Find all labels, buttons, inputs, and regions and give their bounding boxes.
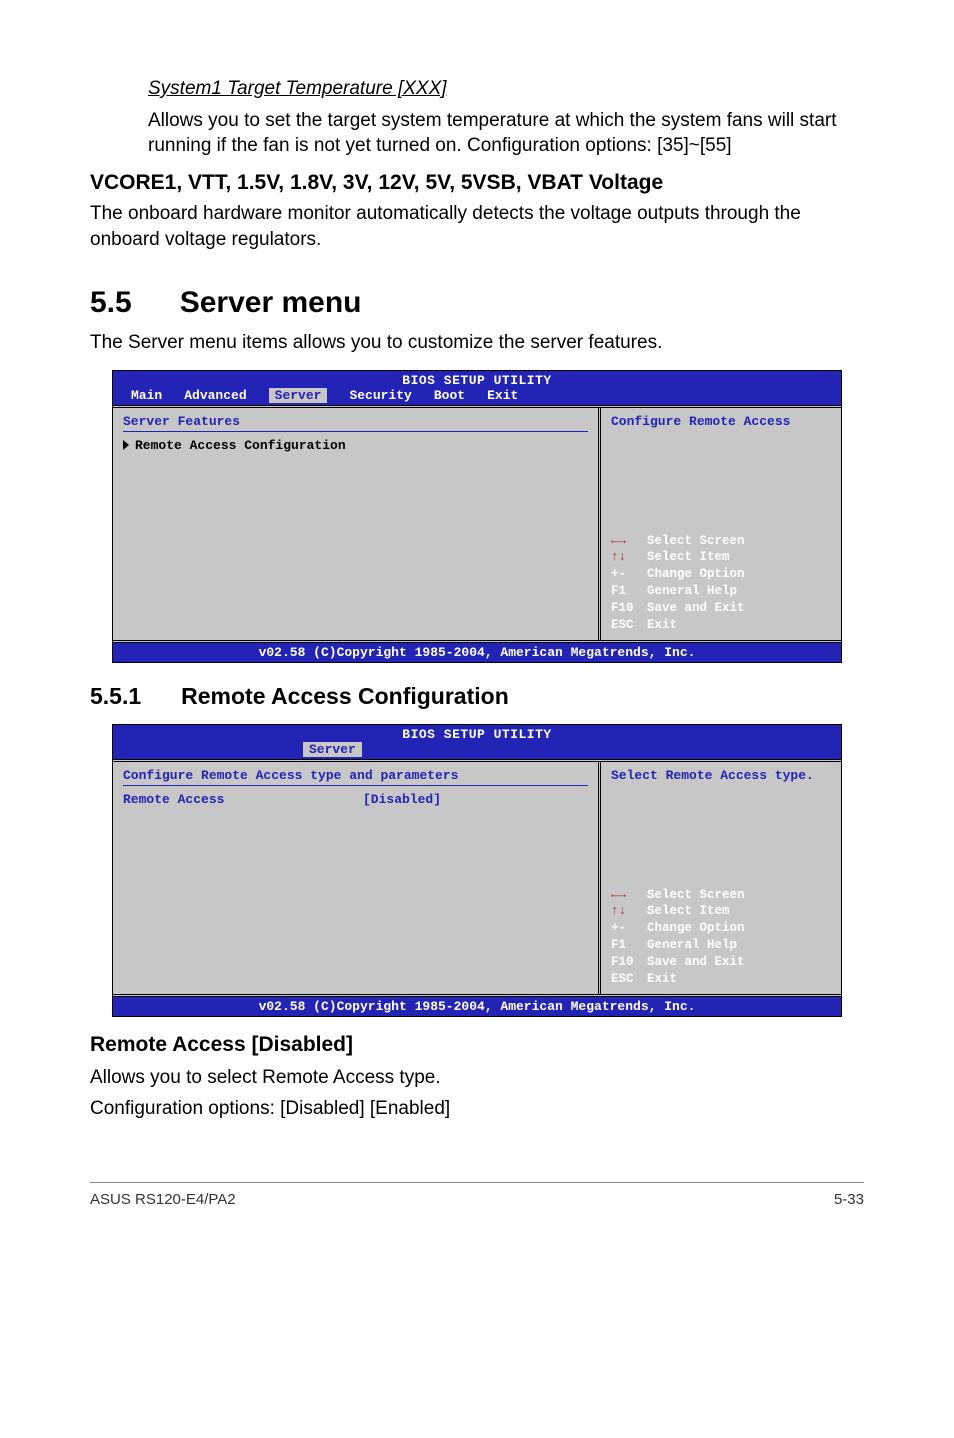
section-5-5-1-heading: 5.5.1 Remote Access Configuration: [90, 683, 864, 710]
tab-main: Main: [131, 388, 162, 403]
keyhelp-general-help: General Help: [647, 583, 737, 600]
configure-remote-title: Configure Remote Access type and paramet…: [123, 768, 588, 783]
kv-value: [Disabled]: [363, 792, 441, 807]
page-footer: ASUS RS120-E4/PA2 5-33: [90, 1182, 864, 1208]
sub-setting-desc: Allows you to set the target system temp…: [148, 108, 864, 159]
bios-title: BIOS SETUP UTILITY: [113, 727, 841, 742]
subsection-number: 5.5.1: [90, 683, 141, 710]
keyhelp-save-exit: Save and Exit: [647, 954, 745, 971]
remote-access-desc-1: Allows you to select Remote Access type.: [90, 1065, 864, 1091]
bios-header: BIOS SETUP UTILITY Server: [113, 725, 841, 759]
sub-setting-title: System1 Target Temperature [XXX]: [148, 76, 864, 102]
tab-exit: Exit: [487, 388, 518, 403]
footer-product: ASUS RS120-E4/PA2: [90, 1191, 236, 1208]
bios-tabs: Main Advanced Server Security Boot Exit: [113, 388, 841, 403]
keyhelp-exit: Exit: [647, 617, 677, 634]
divider: [123, 431, 588, 432]
key-f1: F1: [611, 583, 639, 600]
section-title: Server menu: [180, 286, 362, 320]
bios-left-panel: Server Features Remote Access Configurat…: [113, 408, 601, 640]
menu-item-remote-access-config: Remote Access Configuration: [123, 438, 588, 453]
keyhelp-exit: Exit: [647, 971, 677, 988]
arrows-lr-icon: ←→: [611, 533, 639, 550]
key-esc: ESC: [611, 971, 639, 988]
keyhelp-change-option: Change Option: [647, 566, 745, 583]
vcore-desc: The onboard hardware monitor automatical…: [90, 201, 864, 252]
bios-title: BIOS SETUP UTILITY: [113, 373, 841, 388]
keyhelp-select-item: Select Item: [647, 549, 730, 566]
key-esc: ESC: [611, 617, 639, 634]
key-f10: F10: [611, 600, 639, 617]
key-f10: F10: [611, 954, 639, 971]
divider: [123, 785, 588, 786]
sub-setting-block: System1 Target Temperature [XXX] Allows …: [90, 76, 864, 159]
tab-boot: Boot: [434, 388, 465, 403]
arrows-ud-icon: ↑↓: [611, 903, 639, 920]
keyhelp-select-item: Select Item: [647, 903, 730, 920]
section-number: 5.5: [90, 286, 132, 320]
menu-item-label: Remote Access Configuration: [135, 438, 346, 453]
key-help: ←→ Select Screen ↑↓ Select Item +- Change O…: [611, 533, 831, 634]
footer-pagenum: 5-33: [834, 1191, 864, 1208]
section-desc: The Server menu items allows you to cust…: [90, 330, 864, 356]
bios-footer: v02.58 (C)Copyright 1985-2004, American …: [113, 997, 841, 1016]
tab-server: Server: [269, 388, 328, 403]
key-plusminus: +-: [611, 566, 639, 583]
help-text: Select Remote Access type.: [611, 768, 831, 783]
vcore-heading: VCORE1, VTT, 1.5V, 1.8V, 3V, 12V, 5V, 5V…: [90, 171, 864, 195]
bios-footer: v02.58 (C)Copyright 1985-2004, American …: [113, 643, 841, 662]
key-help: ←→ Select Screen ↑↓ Select Item +- Change O…: [611, 887, 831, 988]
keyhelp-general-help: General Help: [647, 937, 737, 954]
keyhelp-select-screen: Select Screen: [647, 887, 745, 904]
section-5-5-heading: 5.5 Server menu: [90, 286, 864, 320]
bios-header: BIOS SETUP UTILITY Main Advanced Server …: [113, 371, 841, 405]
triangle-right-icon: [123, 440, 129, 450]
kv-key: Remote Access: [123, 792, 363, 807]
server-features-label: Server Features: [123, 414, 588, 429]
key-f1: F1: [611, 937, 639, 954]
key-plusminus: +-: [611, 920, 639, 937]
tab-server: Server: [303, 742, 362, 757]
tab-advanced: Advanced: [184, 388, 246, 403]
subsection-title: Remote Access Configuration: [181, 683, 509, 710]
bios-right-panel: Select Remote Access type. ←→ Select Scre…: [601, 762, 841, 994]
remote-access-desc-2: Configuration options: [Disabled] [Enabl…: [90, 1096, 864, 1122]
bios-body: Server Features Remote Access Configurat…: [113, 405, 841, 643]
keyhelp-select-screen: Select Screen: [647, 533, 745, 550]
bios-right-panel: Configure Remote Access ←→ Select Screen …: [601, 408, 841, 640]
bios-screenshot-server-menu: BIOS SETUP UTILITY Main Advanced Server …: [112, 370, 842, 663]
kv-remote-access: Remote Access [Disabled]: [123, 792, 588, 807]
remote-access-heading: Remote Access [Disabled]: [90, 1033, 864, 1057]
tab-security: Security: [349, 388, 411, 403]
bios-left-panel: Configure Remote Access type and paramet…: [113, 762, 601, 994]
page-container: System1 Target Temperature [XXX] Allows …: [0, 0, 954, 1248]
keyhelp-change-option: Change Option: [647, 920, 745, 937]
bios-screenshot-remote-access: BIOS SETUP UTILITY Server Configure Remo…: [112, 724, 842, 1017]
bios-tabs: Server: [113, 742, 841, 757]
arrows-lr-icon: ←→: [611, 887, 639, 904]
arrows-ud-icon: ↑↓: [611, 549, 639, 566]
bios-body: Configure Remote Access type and paramet…: [113, 759, 841, 997]
help-text: Configure Remote Access: [611, 414, 831, 429]
keyhelp-save-exit: Save and Exit: [647, 600, 745, 617]
